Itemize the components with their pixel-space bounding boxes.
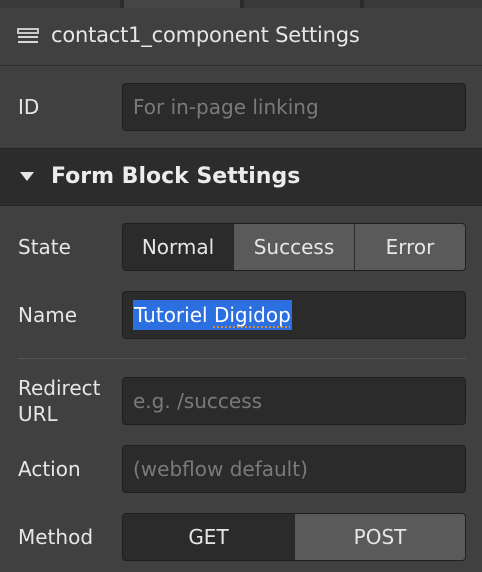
name-value-word-misspelled: Digidop — [213, 303, 291, 327]
redirect-url-input[interactable]: e.g. /success — [122, 377, 466, 425]
caret-down-icon[interactable] — [20, 172, 34, 181]
method-segmented-control: GET POST — [122, 513, 466, 561]
divider — [18, 358, 466, 359]
action-input[interactable]: (webflow default) — [122, 445, 466, 493]
panel-tab[interactable] — [244, 0, 360, 8]
id-input[interactable]: For in-page linking — [122, 83, 466, 131]
component-icon — [17, 28, 39, 43]
action-label: Action — [18, 457, 81, 481]
redirect-placeholder: e.g. /success — [133, 389, 263, 413]
state-error-button[interactable]: Error — [354, 224, 465, 270]
redirect-label-line1: Redirect — [18, 376, 101, 400]
state-label: State — [18, 235, 71, 259]
id-label: ID — [18, 95, 40, 119]
state-segmented-control: Normal Success Error — [122, 223, 466, 271]
panel-tab[interactable] — [364, 0, 482, 8]
method-get-button[interactable]: GET — [123, 514, 294, 560]
name-input[interactable]: Tutoriel Digidop — [122, 291, 466, 339]
redirect-label-line2: URL — [18, 402, 58, 426]
method-label: Method — [18, 525, 94, 549]
name-value-word: Tutoriel — [134, 303, 208, 327]
action-placeholder: (webflow default) — [133, 457, 308, 481]
name-value-selected: Tutoriel Digidop — [133, 300, 292, 330]
id-placeholder: For in-page linking — [133, 95, 319, 119]
method-post-button[interactable]: POST — [294, 514, 465, 560]
name-label: Name — [18, 303, 78, 327]
section-title: Form Block Settings — [51, 164, 301, 189]
panel-tab-active[interactable] — [124, 0, 240, 8]
state-success-button[interactable]: Success — [233, 224, 354, 270]
panel-tab[interactable] — [0, 0, 120, 8]
state-normal-button[interactable]: Normal — [123, 224, 233, 270]
settings-title: contact1_component Settings — [51, 23, 360, 47]
form-block-settings-header[interactable]: Form Block Settings — [0, 148, 482, 206]
settings-header: contact1_component Settings — [0, 8, 482, 66]
